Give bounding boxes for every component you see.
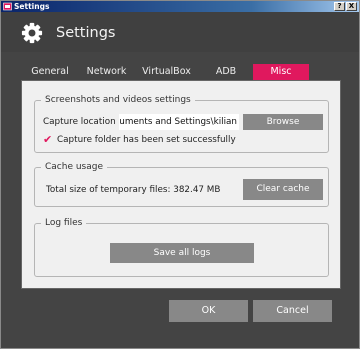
title-bar[interactable]: Settings ? X [1, 1, 359, 12]
clear-cache-button[interactable]: Clear cache [243, 179, 323, 200]
tab-adb[interactable]: ADB [199, 64, 253, 80]
cache-size-text: Total size of temporary files: 382.47 MB [46, 185, 221, 195]
capture-location-label: Capture location [43, 117, 116, 127]
cache-group-legend: Cache usage [41, 161, 108, 173]
tab-misc[interactable]: Misc [253, 64, 309, 80]
app-icon [3, 2, 12, 11]
close-button[interactable]: X [346, 2, 357, 11]
window-title: Settings [14, 2, 50, 11]
page-title: Settings [56, 25, 116, 41]
screenshots-group: Screenshots and videos settings Capture … [34, 94, 329, 153]
misc-panel: Screenshots and videos settings Capture … [21, 80, 341, 289]
settings-window: Settings ? X Settings General Network Vi… [0, 0, 360, 349]
cancel-button[interactable]: Cancel [253, 300, 332, 322]
ok-button[interactable]: OK [169, 300, 248, 322]
checkmark-icon: ✔ [43, 133, 53, 146]
log-files-group-legend: Log files [41, 217, 87, 229]
browse-button[interactable]: Browse [243, 114, 323, 130]
help-button[interactable]: ? [334, 2, 345, 11]
tab-virtualbox[interactable]: VirtualBox [134, 64, 199, 80]
gear-icon [21, 22, 43, 44]
tab-general[interactable]: General [21, 64, 79, 80]
save-all-logs-button[interactable]: Save all logs [110, 243, 254, 263]
log-files-group: Log files Save all logs [34, 217, 329, 277]
cache-group: Cache usage Total size of temporary file… [34, 161, 329, 207]
tab-network[interactable]: Network [79, 64, 134, 80]
header-bar: Settings [1, 12, 359, 52]
capture-location-field[interactable]: uments and Settings\kilian [119, 114, 239, 130]
capture-success-message: Capture folder has been set successfully [57, 135, 236, 145]
screenshots-group-legend: Screenshots and videos settings [41, 94, 195, 106]
